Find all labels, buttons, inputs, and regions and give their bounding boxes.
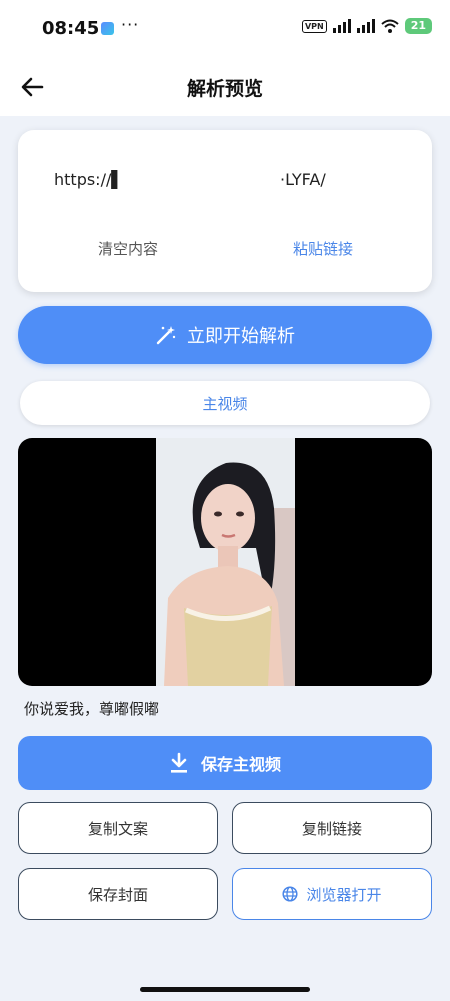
signal-icon-2 bbox=[356, 19, 375, 33]
status-time: 08:45 bbox=[42, 18, 100, 39]
save-main-video-label: 保存主视频 bbox=[200, 755, 281, 774]
url-input-end[interactable]: ·LYFA/ bbox=[280, 170, 326, 189]
magic-wand-icon bbox=[156, 326, 176, 345]
tab-main-video[interactable]: 主视频 bbox=[20, 381, 430, 425]
save-main-video-button[interactable]: 保存主视频 bbox=[18, 736, 432, 790]
globe-icon bbox=[282, 886, 299, 902]
url-input-start[interactable]: https://▌ bbox=[54, 170, 124, 189]
status-bar: 08:45 ··· VPN 21 bbox=[0, 0, 450, 60]
signal-icon bbox=[332, 19, 351, 33]
copy-link-button[interactable]: 复制链接 bbox=[232, 802, 432, 854]
home-indicator[interactable] bbox=[140, 987, 310, 992]
start-parse-button[interactable]: 立即开始解析 bbox=[18, 306, 432, 364]
app-notification-icon bbox=[101, 22, 114, 35]
paste-link-button[interactable]: 粘贴链接 bbox=[293, 238, 353, 259]
battery-icon: 21 bbox=[404, 18, 432, 34]
url-input-card: https://▌ ·LYFA/ 清空内容 粘贴链接 bbox=[18, 130, 432, 292]
page-title: 解析预览 bbox=[186, 78, 263, 100]
vpn-icon: VPN bbox=[301, 19, 327, 33]
download-icon bbox=[170, 752, 187, 773]
video-caption: 你说爱我，尊嘟假嘟 bbox=[24, 700, 160, 718]
wifi-icon bbox=[381, 19, 399, 33]
save-cover-button[interactable]: 保存封面 bbox=[18, 868, 218, 920]
video-thumbnail bbox=[156, 438, 295, 686]
open-browser-label: 浏览器打开 bbox=[306, 885, 382, 904]
more-notifications-icon: ··· bbox=[121, 15, 140, 34]
start-parse-label: 立即开始解析 bbox=[187, 326, 295, 347]
status-icons: VPN 21 bbox=[301, 18, 432, 34]
video-portrait-image bbox=[156, 438, 295, 686]
app-bar: 解析预览 bbox=[0, 60, 450, 116]
clear-content-button[interactable]: 清空内容 bbox=[98, 238, 158, 259]
open-browser-button[interactable]: 浏览器打开 bbox=[232, 868, 432, 920]
copy-text-button[interactable]: 复制文案 bbox=[18, 802, 218, 854]
video-preview[interactable] bbox=[18, 438, 432, 686]
